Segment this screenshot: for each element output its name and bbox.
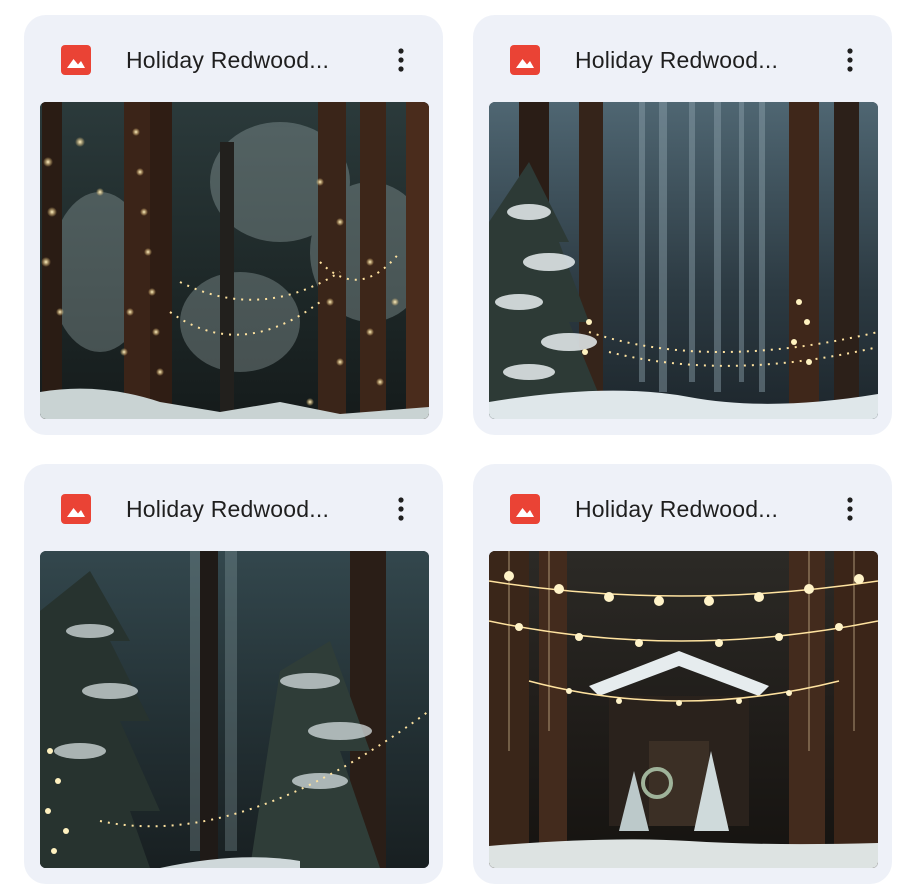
more-vert-icon: [398, 48, 404, 72]
image-file-icon: [510, 45, 540, 75]
image-file-icon: [61, 45, 91, 75]
file-card[interactable]: Holiday Redwood...: [24, 15, 443, 435]
file-card[interactable]: Holiday Redwood...: [473, 15, 892, 435]
file-card[interactable]: Holiday Redwood...: [473, 464, 892, 884]
file-thumbnail[interactable]: [40, 102, 429, 419]
image-file-icon: [61, 494, 91, 524]
more-options-button[interactable]: [830, 40, 870, 80]
file-thumbnail[interactable]: [40, 551, 429, 868]
more-options-button[interactable]: [830, 489, 870, 529]
file-name[interactable]: Holiday Redwood...: [575, 493, 815, 525]
file-card[interactable]: Holiday Redwood...: [24, 464, 443, 884]
more-options-button[interactable]: [381, 489, 421, 529]
more-vert-icon: [847, 497, 853, 521]
more-vert-icon: [398, 497, 404, 521]
file-card-header: Holiday Redwood...: [473, 464, 892, 552]
file-card-header: Holiday Redwood...: [24, 464, 443, 552]
file-card-header: Holiday Redwood...: [473, 15, 892, 103]
image-file-icon: [510, 494, 540, 524]
file-name[interactable]: Holiday Redwood...: [126, 493, 366, 525]
file-name[interactable]: Holiday Redwood...: [126, 44, 366, 76]
file-card-header: Holiday Redwood...: [24, 15, 443, 103]
more-vert-icon: [847, 48, 853, 72]
file-name[interactable]: Holiday Redwood...: [575, 44, 815, 76]
file-thumbnail[interactable]: [489, 551, 878, 868]
file-thumbnail[interactable]: [489, 102, 878, 419]
file-grid: Holiday Redwood... Holiday Redwood... Ho…: [0, 0, 912, 894]
more-options-button[interactable]: [381, 40, 421, 80]
